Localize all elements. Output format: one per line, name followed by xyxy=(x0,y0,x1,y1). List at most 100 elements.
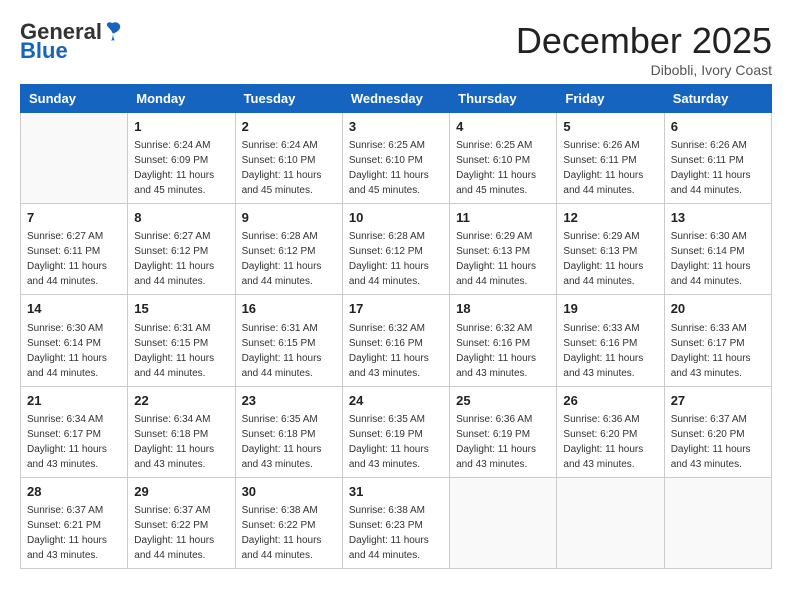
calendar-cell xyxy=(557,477,664,568)
day-number: 10 xyxy=(349,209,443,227)
header-saturday: Saturday xyxy=(664,85,771,113)
calendar-cell: 26 Sunrise: 6:36 AM Sunset: 6:20 PM Dayli… xyxy=(557,386,664,477)
calendar-cell: 9 Sunrise: 6:28 AM Sunset: 6:12 PM Daylig… xyxy=(235,204,342,295)
cell-info: Sunrise: 6:24 AM Sunset: 6:09 PM Dayligh… xyxy=(134,138,228,198)
calendar-cell: 17Sunrise: 6:32 AM Sunset: 6:16 PM Dayli… xyxy=(342,295,449,386)
calendar-cell: 19 Sunrise: 6:33 AM Sunset: 6:16 PM Dayli… xyxy=(557,295,664,386)
calendar-cell: 2 Sunrise: 6:24 AM Sunset: 6:10 PM Daylig… xyxy=(235,113,342,204)
cell-info: Sunrise: 6:37 AM Sunset: 6:21 PM Dayligh… xyxy=(27,503,121,563)
day-number: 9 xyxy=(242,209,336,227)
day-number: 3 xyxy=(349,118,443,136)
header-friday: Friday xyxy=(557,85,664,113)
cell-info: Sunrise: 6:26 AM Sunset: 6:11 PM Dayligh… xyxy=(563,138,657,198)
cell-info: Sunrise: 6:36 AM Sunset: 6:20 PM Dayligh… xyxy=(563,412,657,472)
calendar-week-row: 14 Sunrise: 6:30 AM Sunset: 6:14 PM Dayli… xyxy=(21,295,772,386)
header-monday: Monday xyxy=(128,85,235,113)
cell-info: Sunrise: 6:38 AM Sunset: 6:23 PM Dayligh… xyxy=(349,503,443,563)
calendar-cell: 1 Sunrise: 6:24 AM Sunset: 6:09 PM Daylig… xyxy=(128,113,235,204)
calendar-week-row: 1 Sunrise: 6:24 AM Sunset: 6:09 PM Daylig… xyxy=(21,113,772,204)
cell-info: Sunrise: 6:24 AM Sunset: 6:10 PM Dayligh… xyxy=(242,138,336,198)
calendar-header-row: SundayMondayTuesdayWednesdayThursdayFrid… xyxy=(21,85,772,113)
calendar-cell: 7Sunrise: 6:27 AM Sunset: 6:11 PM Daylig… xyxy=(21,204,128,295)
calendar-week-row: 21 Sunrise: 6:34 AM Sunset: 6:17 PM Dayli… xyxy=(21,386,772,477)
calendar-cell: 11Sunrise: 6:29 AM Sunset: 6:13 PM Dayli… xyxy=(450,204,557,295)
day-number: 21 xyxy=(27,392,121,410)
calendar-cell: 10 Sunrise: 6:28 AM Sunset: 6:12 PM Dayli… xyxy=(342,204,449,295)
header-thursday: Thursday xyxy=(450,85,557,113)
calendar-table: SundayMondayTuesdayWednesdayThursdayFrid… xyxy=(20,84,772,569)
day-number: 19 xyxy=(563,300,657,318)
day-number: 25 xyxy=(456,392,550,410)
day-number: 27 xyxy=(671,392,765,410)
day-number: 5 xyxy=(563,118,657,136)
calendar-week-row: 7Sunrise: 6:27 AM Sunset: 6:11 PM Daylig… xyxy=(21,204,772,295)
day-number: 6 xyxy=(671,118,765,136)
cell-info: Sunrise: 6:30 AM Sunset: 6:14 PM Dayligh… xyxy=(27,321,121,381)
cell-info: Sunrise: 6:26 AM Sunset: 6:11 PM Dayligh… xyxy=(671,138,765,198)
cell-info: Sunrise: 6:37 AM Sunset: 6:22 PM Dayligh… xyxy=(134,503,228,563)
day-number: 12 xyxy=(563,209,657,227)
cell-info: Sunrise: 6:38 AM Sunset: 6:22 PM Dayligh… xyxy=(242,503,336,563)
calendar-cell xyxy=(21,113,128,204)
logo-bird-icon xyxy=(104,21,122,43)
calendar-cell: 18 Sunrise: 6:32 AM Sunset: 6:16 PM Dayli… xyxy=(450,295,557,386)
calendar-week-row: 28 Sunrise: 6:37 AM Sunset: 6:21 PM Dayli… xyxy=(21,477,772,568)
cell-info: Sunrise: 6:35 AM Sunset: 6:19 PM Dayligh… xyxy=(349,412,443,472)
day-number: 28 xyxy=(27,483,121,501)
day-number: 17 xyxy=(349,300,443,318)
calendar-cell: 30 Sunrise: 6:38 AM Sunset: 6:22 PM Dayli… xyxy=(235,477,342,568)
day-number: 30 xyxy=(242,483,336,501)
day-number: 8 xyxy=(134,209,228,227)
day-number: 20 xyxy=(671,300,765,318)
day-number: 31 xyxy=(349,483,443,501)
cell-info: Sunrise: 6:28 AM Sunset: 6:12 PM Dayligh… xyxy=(242,229,336,289)
day-number: 4 xyxy=(456,118,550,136)
day-number: 14 xyxy=(27,300,121,318)
calendar-cell: 6 Sunrise: 6:26 AM Sunset: 6:11 PM Daylig… xyxy=(664,113,771,204)
day-number: 7 xyxy=(27,209,121,227)
cell-info: Sunrise: 6:29 AM Sunset: 6:13 PM Dayligh… xyxy=(563,229,657,289)
day-number: 11 xyxy=(456,209,550,227)
calendar-cell: 15 Sunrise: 6:31 AM Sunset: 6:15 PM Dayli… xyxy=(128,295,235,386)
calendar-cell: 12 Sunrise: 6:29 AM Sunset: 6:13 PM Dayli… xyxy=(557,204,664,295)
day-number: 16 xyxy=(242,300,336,318)
cell-info: Sunrise: 6:31 AM Sunset: 6:15 PM Dayligh… xyxy=(242,321,336,381)
cell-info: Sunrise: 6:36 AM Sunset: 6:19 PM Dayligh… xyxy=(456,412,550,472)
day-number: 24 xyxy=(349,392,443,410)
calendar-cell xyxy=(450,477,557,568)
cell-info: Sunrise: 6:27 AM Sunset: 6:12 PM Dayligh… xyxy=(134,229,228,289)
cell-info: Sunrise: 6:34 AM Sunset: 6:17 PM Dayligh… xyxy=(27,412,121,472)
cell-info: Sunrise: 6:25 AM Sunset: 6:10 PM Dayligh… xyxy=(456,138,550,198)
location: Dibobli, Ivory Coast xyxy=(516,62,772,78)
calendar-cell: 29 Sunrise: 6:37 AM Sunset: 6:22 PM Dayli… xyxy=(128,477,235,568)
calendar-cell xyxy=(664,477,771,568)
cell-info: Sunrise: 6:35 AM Sunset: 6:18 PM Dayligh… xyxy=(242,412,336,472)
cell-info: Sunrise: 6:32 AM Sunset: 6:16 PM Dayligh… xyxy=(456,321,550,381)
day-number: 22 xyxy=(134,392,228,410)
cell-info: Sunrise: 6:31 AM Sunset: 6:15 PM Dayligh… xyxy=(134,321,228,381)
calendar-cell: 25 Sunrise: 6:36 AM Sunset: 6:19 PM Dayli… xyxy=(450,386,557,477)
day-number: 13 xyxy=(671,209,765,227)
cell-info: Sunrise: 6:33 AM Sunset: 6:16 PM Dayligh… xyxy=(563,321,657,381)
cell-info: Sunrise: 6:28 AM Sunset: 6:12 PM Dayligh… xyxy=(349,229,443,289)
calendar-cell: 31 Sunrise: 6:38 AM Sunset: 6:23 PM Dayli… xyxy=(342,477,449,568)
calendar-cell: 5 Sunrise: 6:26 AM Sunset: 6:11 PM Daylig… xyxy=(557,113,664,204)
calendar-cell: 8 Sunrise: 6:27 AM Sunset: 6:12 PM Daylig… xyxy=(128,204,235,295)
calendar-cell: 13Sunrise: 6:30 AM Sunset: 6:14 PM Dayli… xyxy=(664,204,771,295)
logo: General Blue xyxy=(20,20,122,62)
day-number: 26 xyxy=(563,392,657,410)
day-number: 2 xyxy=(242,118,336,136)
calendar-cell: 16 Sunrise: 6:31 AM Sunset: 6:15 PM Dayli… xyxy=(235,295,342,386)
cell-info: Sunrise: 6:25 AM Sunset: 6:10 PM Dayligh… xyxy=(349,138,443,198)
cell-info: Sunrise: 6:33 AM Sunset: 6:17 PM Dayligh… xyxy=(671,321,765,381)
day-number: 15 xyxy=(134,300,228,318)
day-number: 1 xyxy=(134,118,228,136)
header-wednesday: Wednesday xyxy=(342,85,449,113)
cell-info: Sunrise: 6:37 AM Sunset: 6:20 PM Dayligh… xyxy=(671,412,765,472)
calendar-cell: 3 Sunrise: 6:25 AM Sunset: 6:10 PM Daylig… xyxy=(342,113,449,204)
header-tuesday: Tuesday xyxy=(235,85,342,113)
title-block: December 2025 Dibobli, Ivory Coast xyxy=(516,20,772,78)
day-number: 29 xyxy=(134,483,228,501)
day-number: 18 xyxy=(456,300,550,318)
calendar-cell: 23Sunrise: 6:35 AM Sunset: 6:18 PM Dayli… xyxy=(235,386,342,477)
